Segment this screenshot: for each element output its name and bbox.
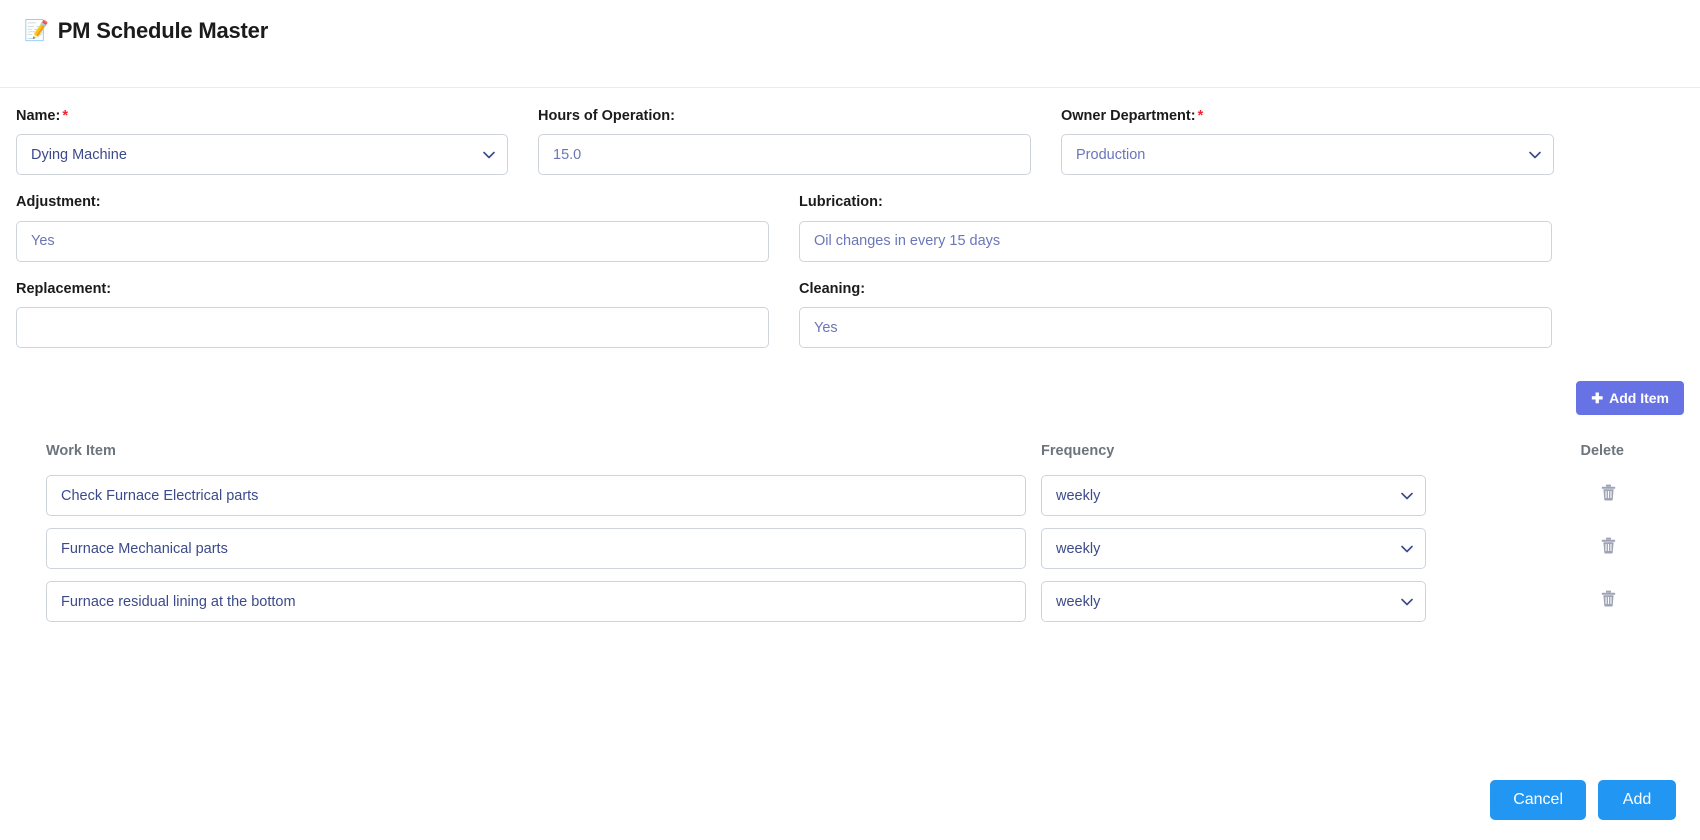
footer-actions: Cancel Add [1490, 780, 1676, 820]
work-item-cell: Furnace residual lining at the bottom [16, 581, 1026, 623]
field-adjustment: Adjustment: Yes [16, 194, 769, 262]
frequency-select-wrap: weekly [1041, 475, 1426, 517]
delete-row-button[interactable] [1599, 588, 1618, 609]
replacement-input[interactable] [16, 307, 769, 349]
add-item-button-label: Add Item [1609, 390, 1669, 407]
form-row-3: Replacement: Cleaning: Yes [16, 280, 1684, 349]
pm-schedule-form: Name: * Dying Machine Hours of Operation:… [0, 88, 1700, 349]
page-header: 📝 PM Schedule Master [0, 0, 1700, 88]
field-lubrication: Lubrication: Oil changes in every 15 day… [799, 194, 1552, 262]
field-owner-department: Owner Department: * Production [1061, 108, 1554, 176]
plus-icon: ✚ [1591, 390, 1604, 407]
field-name-label: Name: * [16, 108, 508, 125]
field-lubrication-label: Lubrication: [799, 194, 883, 211]
field-name: Name: * Dying Machine [16, 108, 508, 176]
table-row: Check Furnace Electrical parts weekly [16, 475, 1684, 517]
adjustment-input[interactable]: Yes [16, 220, 769, 262]
work-item-input[interactable]: Furnace residual lining at the bottom [46, 581, 1026, 623]
add-item-button[interactable]: ✚ Add Item [1576, 381, 1684, 416]
delete-cell [1426, 475, 1666, 503]
column-header-work-item: Work Item [46, 443, 116, 460]
form-row-2: Adjustment: Yes Lubrication: Oil changes… [16, 194, 1684, 262]
field-owner-label-text: Owner Department: [1061, 108, 1196, 124]
page-title-text: PM Schedule Master [57, 18, 269, 43]
column-header-frequency: Frequency [1041, 443, 1115, 460]
hours-of-operation-input[interactable]: 15.0 [538, 134, 1031, 176]
page-title: 📝 PM Schedule Master [24, 18, 1700, 44]
field-hours-label: Hours of Operation: [538, 108, 675, 124]
field-cleaning-label: Cleaning: [799, 280, 866, 297]
table-row: Furnace residual lining at the bottom we… [16, 581, 1684, 623]
required-asterisk-name: * [62, 108, 68, 124]
required-asterisk-owner: * [1197, 108, 1204, 124]
frequency-select-wrap: weekly [1041, 581, 1426, 623]
column-header-delete: Delete [1580, 443, 1624, 460]
frequency-select[interactable]: weekly [1041, 475, 1426, 517]
frequency-select[interactable]: weekly [1041, 528, 1426, 570]
owner-department-select[interactable]: Production [1061, 134, 1554, 176]
form-row-1: Name: * Dying Machine Hours of Operation:… [16, 108, 1684, 176]
delete-cell [1426, 581, 1666, 609]
work-item-input[interactable]: Check Furnace Electrical parts [46, 475, 1026, 517]
field-replacement: Replacement: [16, 280, 769, 349]
field-cleaning: Cleaning: Yes [799, 280, 1552, 349]
frequency-cell: weekly [1026, 475, 1426, 517]
delete-row-button[interactable] [1599, 535, 1618, 556]
work-items-table: Work Item Frequency Delete Check Furnace… [0, 443, 1700, 623]
lubrication-input[interactable]: Oil changes in every 15 days [799, 220, 1552, 262]
field-name-label-text: Name: [16, 108, 61, 124]
work-item-cell: Furnace Mechanical parts [16, 528, 1026, 570]
frequency-cell: weekly [1026, 528, 1426, 570]
memo-icon: 📝 [24, 20, 49, 42]
field-owner-label: Owner Department: * [1061, 108, 1554, 125]
delete-cell [1426, 528, 1666, 556]
cleaning-input[interactable]: Yes [799, 307, 1552, 349]
frequency-select[interactable]: weekly [1041, 581, 1426, 623]
delete-row-button[interactable] [1599, 482, 1618, 503]
add-item-row: ✚ Add Item [0, 367, 1700, 416]
pm-schedule-master-page: 📝 PM Schedule Master Name: * Dying Machin… [0, 0, 1700, 840]
frequency-select-wrap: weekly [1041, 528, 1426, 570]
trash-icon [1601, 537, 1616, 557]
cancel-button[interactable]: Cancel [1490, 780, 1586, 820]
trash-icon [1601, 590, 1616, 610]
table-row: Furnace Mechanical parts weekly [16, 528, 1684, 570]
work-item-input[interactable]: Furnace Mechanical parts [46, 528, 1026, 570]
add-button[interactable]: Add [1598, 780, 1676, 820]
work-item-cell: Check Furnace Electrical parts [16, 475, 1026, 517]
field-hours-of-operation: Hours of Operation: 15.0 [538, 108, 1031, 176]
work-items-table-header: Work Item Frequency Delete [16, 443, 1684, 459]
trash-icon [1601, 484, 1616, 504]
frequency-cell: weekly [1026, 581, 1426, 623]
owner-department-select-wrap: Production [1061, 134, 1554, 176]
name-select[interactable]: Dying Machine [16, 134, 508, 176]
field-adjustment-label: Adjustment: [16, 194, 101, 211]
field-replacement-label: Replacement: [16, 280, 112, 297]
name-select-wrap: Dying Machine [16, 134, 508, 176]
